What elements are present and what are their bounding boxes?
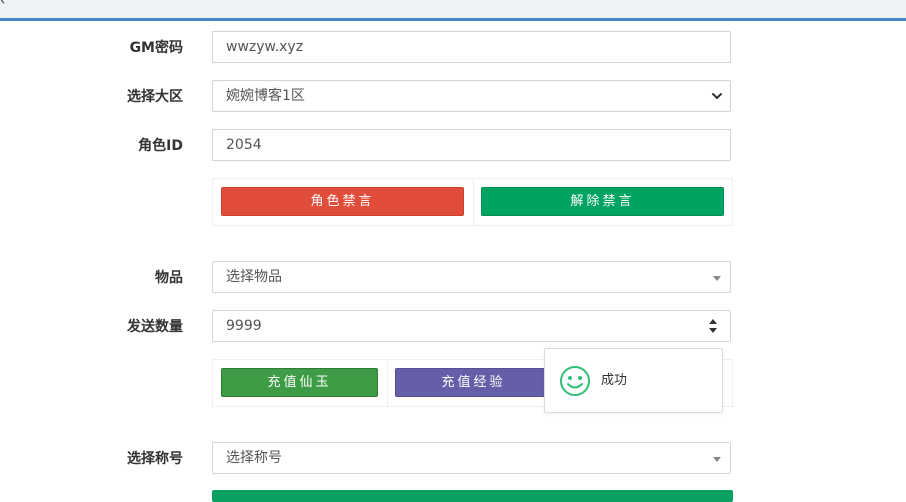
- unmute-role-button[interactable]: 解除禁言: [481, 187, 724, 216]
- ban-button-group: 角色禁言 解除禁言: [212, 178, 733, 226]
- quantity-label: 发送数量: [127, 319, 183, 335]
- quantity-value: 9999: [226, 318, 262, 334]
- spinner-icon[interactable]: [708, 319, 718, 333]
- server-selected-value: 婉婉博客1区: [226, 88, 305, 104]
- server-select[interactable]: 婉婉博客1区: [212, 80, 731, 112]
- chevron-left-icon[interactable]: ‹: [0, 0, 6, 8]
- mute-role-button[interactable]: 角色禁言: [221, 187, 464, 216]
- recharge-jade-button[interactable]: 充值仙玉: [221, 368, 378, 397]
- quantity-input[interactable]: 9999: [212, 310, 731, 342]
- button-divider: [473, 179, 474, 225]
- title-selected-value: 选择称号: [226, 450, 282, 466]
- role-id-label: 角色ID: [138, 138, 183, 154]
- spinner-down-icon[interactable]: [709, 328, 717, 333]
- item-select[interactable]: 选择物品: [212, 261, 731, 293]
- role-id-value: 2054: [226, 137, 262, 153]
- role-id-input[interactable]: 2054: [212, 129, 731, 161]
- gm-password-value: wwzyw.xyz: [226, 39, 304, 55]
- success-toast: 成功: [544, 348, 723, 413]
- button-divider: [387, 360, 388, 406]
- item-label: 物品: [155, 270, 183, 286]
- caret-down-icon: [713, 276, 721, 281]
- gm-password-input[interactable]: wwzyw.xyz: [212, 31, 731, 63]
- gm-password-label: GM密码: [129, 40, 183, 56]
- caret-down-icon: [713, 457, 721, 462]
- title-label: 选择称号: [127, 451, 183, 467]
- item-selected-value: 选择物品: [226, 269, 282, 285]
- toast-message: 成功: [601, 373, 628, 388]
- spinner-up-icon[interactable]: [709, 319, 717, 324]
- chevron-down-icon: [712, 93, 722, 99]
- top-bar: ‹: [0, 0, 906, 21]
- recharge-exp-button[interactable]: 充值经验: [395, 368, 552, 397]
- smile-icon: [560, 366, 590, 396]
- submit-button[interactable]: [212, 490, 733, 502]
- title-select[interactable]: 选择称号: [212, 442, 731, 474]
- server-label: 选择大区: [127, 89, 183, 105]
